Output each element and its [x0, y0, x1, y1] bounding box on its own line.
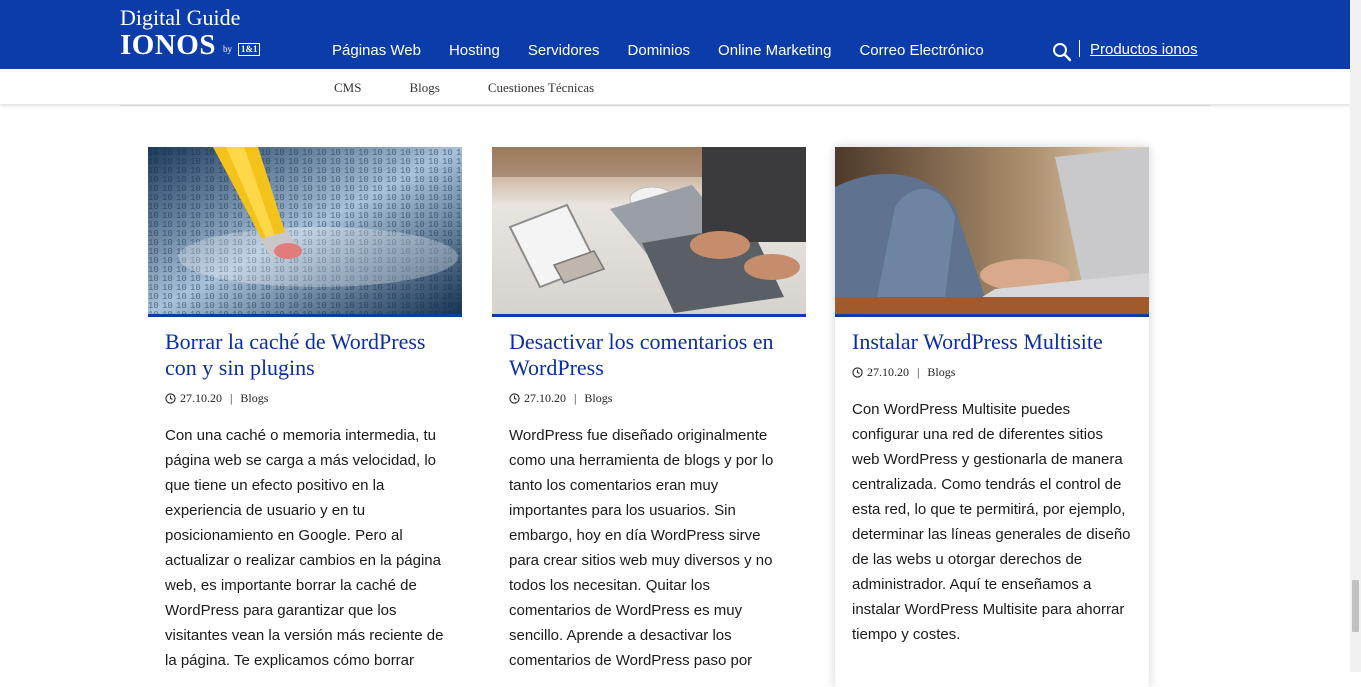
logo-partner: 1&1: [237, 43, 261, 56]
nav-dominios[interactable]: Dominios: [628, 42, 691, 59]
clock-icon: [852, 367, 863, 378]
logo-digital-guide: Digital Guide: [120, 5, 241, 30]
article-date: 27.10.20: [524, 391, 566, 405]
article-meta: 27.10.20 | Blogs: [509, 391, 790, 406]
sub-navigation: CMS Blogs Cuestiones Técnicas: [334, 80, 642, 96]
site-logo[interactable]: Digital Guide IONOS by 1&1: [120, 5, 261, 61]
productos-ionos-link[interactable]: Productos ionos: [1090, 41, 1198, 58]
sub-navigation-bar: CMS Blogs Cuestiones Técnicas: [0, 69, 1350, 104]
main-navigation: Páginas Web Hosting Servidores Dominios …: [332, 42, 1012, 59]
article-card[interactable]: Instalar WordPress Multisite 27.10.20 | …: [835, 147, 1149, 687]
article-excerpt: WordPress fue diseñado originalmente com…: [509, 427, 774, 669]
nav-hosting[interactable]: Hosting: [449, 42, 500, 59]
clock-icon: [165, 393, 176, 404]
logo-by: by: [222, 44, 232, 54]
subnav-blogs[interactable]: Blogs: [409, 80, 439, 96]
logo-ionos: IONOS: [120, 29, 216, 61]
article-title[interactable]: Borrar la caché de WordPress con y sin p…: [165, 329, 446, 381]
header-divider: [1079, 40, 1080, 57]
article-excerpt: Con WordPress Multisite puedes configura…: [852, 401, 1131, 643]
article-title[interactable]: Desactivar los comentarios en WordPress: [509, 329, 790, 381]
top-header: Digital Guide IONOS by 1&1 Páginas Web H…: [0, 0, 1350, 69]
article-category[interactable]: Blogs: [927, 365, 955, 380]
article-meta: 27.10.20 | Blogs: [165, 391, 446, 406]
article-category[interactable]: Blogs: [240, 391, 268, 406]
clock-icon: [509, 393, 520, 404]
nav-paginas-web[interactable]: Páginas Web: [332, 42, 421, 59]
meta-separator: |: [574, 391, 577, 405]
nav-servidores[interactable]: Servidores: [528, 42, 600, 59]
article-card[interactable]: Desactivar los comentarios en WordPress …: [492, 147, 806, 687]
subnav-cuestiones-tecnicas[interactable]: Cuestiones Técnicas: [488, 80, 594, 96]
article-image-woman-laptop[interactable]: [835, 147, 1149, 314]
article-category[interactable]: Blogs: [584, 391, 612, 406]
scrollbar-thumb[interactable]: [1352, 580, 1359, 632]
article-meta: 27.10.20 | Blogs: [852, 365, 1133, 380]
meta-separator: |: [230, 391, 233, 405]
article-excerpt: Con una caché o memoria intermedia, tu p…: [165, 427, 444, 669]
article-card[interactable]: 10 Borrar la caché de WordPress con y si…: [148, 147, 462, 687]
nav-online-marketing[interactable]: Online Marketing: [718, 42, 831, 59]
subnav-cms[interactable]: CMS: [334, 80, 361, 96]
meta-separator: |: [917, 365, 920, 379]
article-date: 27.10.20: [867, 365, 909, 379]
article-date: 27.10.20: [180, 391, 222, 405]
article-title[interactable]: Instalar WordPress Multisite: [852, 329, 1133, 355]
search-icon[interactable]: [1052, 42, 1072, 62]
section-divider: [120, 105, 1210, 106]
article-image-laptop-tablet[interactable]: [492, 147, 806, 314]
nav-correo-electronico[interactable]: Correo Electrónico: [859, 42, 983, 59]
article-image-binary-pencil[interactable]: 10: [148, 147, 462, 314]
page-scrollbar[interactable]: [1350, 0, 1361, 672]
